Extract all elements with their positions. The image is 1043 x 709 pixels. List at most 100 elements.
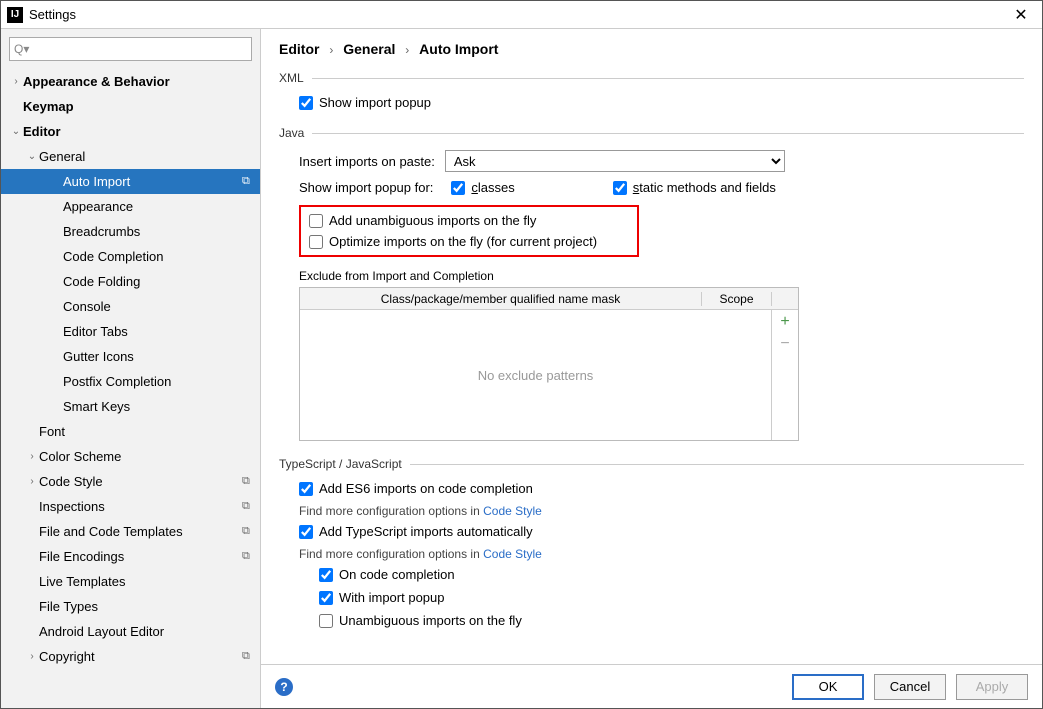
exclude-col-scope[interactable]: Scope [702,292,772,306]
checkbox-on-code-completion[interactable] [319,568,333,582]
section-title-java: Java [279,126,304,140]
breadcrumb: Editor › General › Auto Import [279,41,1024,57]
copy-icon: ⧉ [242,650,260,663]
settings-tree[interactable]: ›Appearance & BehaviorKeymap⌄Editor⌄Gene… [1,69,260,708]
copy-icon: ⧉ [242,500,260,513]
tree-item-code-folding[interactable]: Code Folding [1,269,260,294]
tree-item-file-encodings[interactable]: File Encodings⧉ [1,544,260,569]
tree-item-label: Editor [23,124,260,139]
label-add-unambiguous: Add unambiguous imports on the fly [329,213,536,228]
apply-button[interactable]: Apply [956,674,1028,700]
tree-item-file-types[interactable]: File Types [1,594,260,619]
checkbox-unambiguous-ts[interactable] [319,614,333,628]
checkbox-classes[interactable] [451,181,465,195]
tree-item-postfix-completion[interactable]: Postfix Completion [1,369,260,394]
tree-item-label: File Encodings [39,549,242,564]
copy-icon: ⧉ [242,175,260,188]
label-on-code-completion: On code completion [339,567,455,582]
section-title-xml: XML [279,71,304,85]
tree-item-label: Breadcrumbs [63,224,260,239]
link-code-style-2[interactable]: Code Style [483,547,542,561]
titlebar: IJ Settings ✕ [1,1,1042,29]
tree-item-smart-keys[interactable]: Smart Keys [1,394,260,419]
chevron-down-icon: ⌄ [25,151,39,162]
checkbox-add-ts[interactable] [299,525,313,539]
tree-item-label: Color Scheme [39,449,260,464]
checkbox-add-es6[interactable] [299,482,313,496]
checkbox-with-import-popup[interactable] [319,591,333,605]
close-icon[interactable]: ✕ [1006,5,1036,25]
search-input[interactable] [31,42,247,56]
tree-item-label: Smart Keys [63,399,260,414]
tree-item-label: File and Code Templates [39,524,242,539]
section-java: Java Insert imports on paste: Ask Show i… [279,126,1024,441]
hint-es6: Find more configuration options in Code … [279,504,1024,518]
tree-item-label: File Types [39,599,260,614]
chevron-right-icon: › [405,43,409,57]
help-icon[interactable]: ? [275,678,293,696]
tree-item-label: Code Folding [63,274,260,289]
tree-item-editor-tabs[interactable]: Editor Tabs [1,319,260,344]
footer: ? OK Cancel Apply [261,664,1042,708]
tree-item-console[interactable]: Console [1,294,260,319]
label-with-import-popup: With import popup [339,590,445,605]
tree-item-gutter-icons[interactable]: Gutter Icons [1,344,260,369]
search-icon: Q▾ [14,42,29,56]
checkbox-xml-show-import-popup[interactable] [299,96,313,110]
tree-item-code-completion[interactable]: Code Completion [1,244,260,269]
label-add-ts: Add TypeScript imports automatically [319,524,533,539]
link-code-style-1[interactable]: Code Style [483,504,542,518]
cancel-button[interactable]: Cancel [874,674,946,700]
checkbox-optimize-imports[interactable] [309,235,323,249]
ok-button[interactable]: OK [792,674,864,700]
tree-item-breadcrumbs[interactable]: Breadcrumbs [1,219,260,244]
sidebar: Q▾ ›Appearance & BehaviorKeymap⌄Editor⌄G… [1,29,261,708]
tree-item-android-layout-editor[interactable]: Android Layout Editor [1,619,260,644]
remove-icon[interactable]: − [780,336,789,352]
select-insert-imports[interactable]: Ask [445,150,785,172]
search-input-wrap[interactable]: Q▾ [9,37,252,61]
add-icon[interactable]: + [780,314,789,330]
tree-item-label: Live Templates [39,574,260,589]
tree-item-label: Editor Tabs [63,324,260,339]
label-add-es6: Add ES6 imports on code completion [319,481,533,496]
tree-item-inspections[interactable]: Inspections⧉ [1,494,260,519]
chevron-right-icon: › [9,76,23,87]
tree-item-general[interactable]: ⌄General [1,144,260,169]
chevron-down-icon: ⌄ [9,126,23,137]
tree-item-label: Auto Import [63,174,242,189]
tree-item-label: Copyright [39,649,242,664]
settings-window: IJ Settings ✕ Q▾ ›Appearance & BehaviorK… [0,0,1043,709]
exclude-col-name[interactable]: Class/package/member qualified name mask [300,292,702,306]
tree-item-auto-import[interactable]: Auto Import⧉ [1,169,260,194]
label-classes: classes [471,180,514,195]
tree-item-file-and-code-templates[interactable]: File and Code Templates⧉ [1,519,260,544]
tree-item-label: Inspections [39,499,242,514]
tree-item-live-templates[interactable]: Live Templates [1,569,260,594]
label-show-import-popup-for: Show import popup for: [299,180,433,195]
section-title-ts: TypeScript / JavaScript [279,457,402,471]
highlighted-box: Add unambiguous imports on the fly Optim… [299,205,639,257]
tree-item-label: Gutter Icons [63,349,260,364]
tree-item-label: Appearance & Behavior [23,74,260,89]
tree-item-label: Font [39,424,260,439]
label-insert-imports: Insert imports on paste: [299,154,435,169]
tree-item-font[interactable]: Font [1,419,260,444]
tree-item-color-scheme[interactable]: ›Color Scheme [1,444,260,469]
tree-item-copyright[interactable]: ›Copyright⧉ [1,644,260,669]
window-title: Settings [29,7,1006,22]
checkbox-add-unambiguous[interactable] [309,214,323,228]
tree-item-editor[interactable]: ⌄Editor [1,119,260,144]
app-icon: IJ [7,7,23,23]
exclude-table: Class/package/member qualified name mask… [299,287,799,441]
tree-item-label: Appearance [63,199,260,214]
tree-item-code-style[interactable]: ›Code Style⧉ [1,469,260,494]
tree-item-appearance-behavior[interactable]: ›Appearance & Behavior [1,69,260,94]
tree-item-appearance[interactable]: Appearance [1,194,260,219]
tree-item-keymap[interactable]: Keymap [1,94,260,119]
tree-item-label: General [39,149,260,164]
tree-item-label: Keymap [23,99,260,114]
checkbox-static-methods[interactable] [613,181,627,195]
copy-icon: ⧉ [242,550,260,563]
label-xml-show-import-popup: Show import popup [319,95,431,110]
